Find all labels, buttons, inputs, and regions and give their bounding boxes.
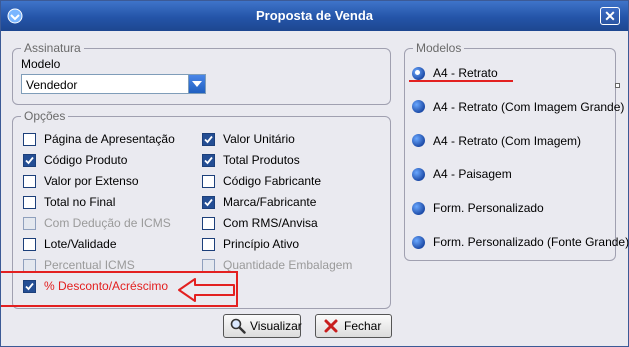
- checkbox-box[interactable]: [202, 237, 215, 251]
- proposta-de-venda-dialog: Proposta de Venda ✕ Assinatura Modelo Ve…: [0, 0, 629, 347]
- checkbox-label: Marca/Fabricante: [223, 195, 317, 209]
- annotation-arrow-icon: [178, 278, 235, 302]
- radio-label: Form. Personalizado: [433, 201, 544, 216]
- check-icon: [204, 198, 213, 206]
- checkbox-box: [23, 258, 36, 272]
- check-icon: [204, 156, 213, 164]
- visualizar-button[interactable]: Visualizar: [223, 314, 302, 338]
- checkbox-total-produtos[interactable]: Total Produtos: [202, 153, 300, 167]
- checkbox-box[interactable]: [23, 153, 36, 167]
- checkbox-percentual-icms: Percentual ICMS: [23, 258, 135, 272]
- fechar-button[interactable]: Fechar: [315, 314, 392, 338]
- resize-handle[interactable]: [615, 83, 620, 88]
- checkbox-quantidade-embalagem: Quantidade Embalagem: [202, 258, 352, 272]
- checkbox-label: Com RMS/Anvisa: [223, 216, 318, 230]
- radio-a4-paisagem[interactable]: A4 - Paisagem: [412, 167, 512, 181]
- checkbox-box: [202, 258, 215, 272]
- radio-dot[interactable]: [412, 100, 425, 114]
- radio-dot[interactable]: [412, 167, 425, 181]
- modelo-dropdown-button[interactable]: [188, 75, 205, 93]
- radio-dot[interactable]: [412, 235, 425, 249]
- checkbox-c-digo-produto[interactable]: Código Produto: [23, 153, 127, 167]
- checkbox-box[interactable]: [202, 153, 215, 167]
- checkbox-box[interactable]: [202, 195, 215, 209]
- checkbox-c-digo-fabricante[interactable]: Código Fabricante: [202, 174, 321, 188]
- checkbox-box[interactable]: [23, 174, 36, 188]
- checkbox-princ-pio-ativo[interactable]: Princípio Ativo: [202, 237, 299, 251]
- radio-form-personalizado[interactable]: Form. Personalizado: [412, 201, 544, 215]
- checkbox-label: Valor por Extenso: [44, 174, 139, 188]
- checkbox-label: Código Produto: [44, 153, 128, 167]
- opcoes-legend: Opções: [24, 109, 66, 123]
- assinatura-legend: Assinatura: [24, 41, 81, 55]
- checkbox-box[interactable]: [202, 132, 215, 146]
- checkbox-box[interactable]: [23, 195, 36, 209]
- checkbox-label: Código Fabricante: [223, 174, 322, 188]
- close-x-icon: [322, 317, 340, 335]
- checkbox-label: Lote/Validade: [44, 237, 117, 251]
- assinatura-group: Assinatura: [12, 41, 391, 105]
- checkbox-com-dedu-o-de-icms: Com Dedução de ICMS: [23, 216, 171, 230]
- checkbox-box[interactable]: [202, 174, 215, 188]
- checkbox-valor-por-extenso[interactable]: Valor por Extenso: [23, 174, 139, 188]
- checkbox-total-no-final[interactable]: Total no Final: [23, 195, 115, 209]
- close-button[interactable]: ✕: [600, 7, 620, 25]
- checkbox-lote-validade[interactable]: Lote/Validade: [23, 237, 117, 251]
- radio-a4-retrato-com-imagem[interactable]: A4 - Retrato (Com Imagem): [412, 134, 581, 148]
- radio-label: A4 - Retrato (Com Imagem): [433, 133, 582, 148]
- radio-dot[interactable]: [412, 201, 425, 215]
- checkbox-label: Quantidade Embalagem: [223, 258, 353, 272]
- check-icon: [25, 156, 34, 164]
- radio-label: A4 - Retrato: [433, 66, 498, 80]
- checkbox-box: [23, 216, 36, 230]
- radio-dot[interactable]: [412, 134, 425, 148]
- checkbox-box[interactable]: [23, 132, 36, 146]
- modelo-select-value: Vendedor: [26, 78, 78, 92]
- checkbox-label: Princípio Ativo: [223, 237, 300, 251]
- annotation-underline: [409, 80, 513, 82]
- modelo-select[interactable]: Vendedor: [21, 74, 206, 94]
- radio-form-personalizado-fonte-grande[interactable]: Form. Personalizado (Fonte Grande): [412, 235, 629, 249]
- checkbox-valor-unit-rio[interactable]: Valor Unitário: [202, 132, 295, 146]
- checkbox-label: Valor Unitário: [223, 132, 295, 146]
- checkbox-p-gina-de-apresenta-o[interactable]: Página de Apresentação: [23, 132, 175, 146]
- radio-label: A4 - Retrato (Com Imagem Grande): [433, 99, 625, 114]
- checkbox-label: Total no Final: [44, 195, 116, 209]
- radio-a4-retrato-com-imagem-grande[interactable]: A4 - Retrato (Com Imagem Grande): [412, 100, 624, 114]
- title-bar[interactable]: Proposta de Venda ✕: [1, 1, 628, 31]
- check-icon: [204, 135, 213, 143]
- checkbox-label: Percentual ICMS: [44, 258, 135, 272]
- chevron-down-icon: [192, 81, 202, 87]
- radio-label: A4 - Paisagem: [433, 167, 512, 182]
- radio-a4-retrato[interactable]: A4 - Retrato: [412, 66, 498, 80]
- checkbox-box[interactable]: [202, 216, 215, 230]
- checkbox-label: Página de Apresentação: [44, 132, 175, 146]
- checkbox-marca-fabricante[interactable]: Marca/Fabricante: [202, 195, 316, 209]
- checkbox-label: Total Produtos: [223, 153, 300, 167]
- checkbox-com-rms-anvisa[interactable]: Com RMS/Anvisa: [202, 216, 318, 230]
- close-icon: ✕: [604, 8, 616, 24]
- radio-label: Form. Personalizado (Fonte Grande): [433, 235, 629, 249]
- magnifier-icon: [230, 317, 246, 335]
- modelo-label: Modelo: [21, 57, 61, 71]
- visualizar-label: Visualizar: [250, 319, 302, 333]
- window-title: Proposta de Venda: [255, 8, 374, 23]
- fechar-label: Fechar: [344, 319, 382, 333]
- checkbox-label: Com Dedução de ICMS: [44, 216, 171, 230]
- radio-dot[interactable]: [412, 66, 425, 80]
- modelos-legend: Modelos: [416, 41, 462, 55]
- checkbox-box[interactable]: [23, 237, 36, 251]
